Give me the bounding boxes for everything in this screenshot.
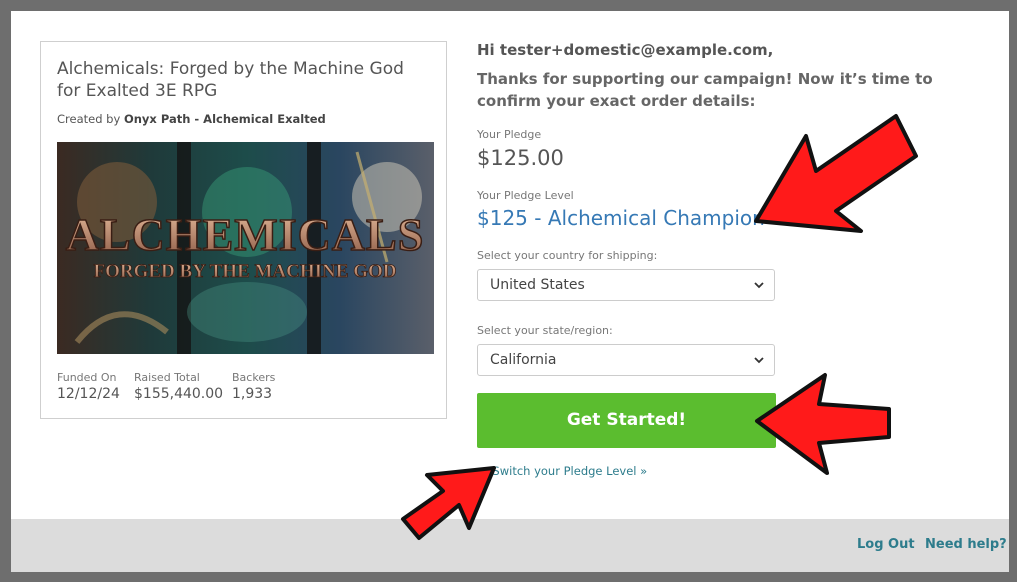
campaign-cover-image: ALCHEMICALS FORGED BY THE MACHINE GOD [57, 142, 434, 354]
chevron-down-icon [754, 282, 764, 289]
cover-subtitle-text: FORGED BY THE MACHINE GOD [94, 261, 397, 282]
page-frame: Alchemicals: Forged by the Machine God f… [11, 11, 1009, 572]
country-select-value: United States [490, 277, 585, 293]
footer-bar: Log Out Need help? [11, 519, 1009, 572]
annotation-arrow-icon [755, 373, 891, 475]
campaign-title: Alchemicals: Forged by the Machine God f… [57, 59, 404, 101]
state-label: Select your state/region: [477, 324, 613, 337]
annotation-arrow-icon [754, 114, 918, 233]
stat-label: Raised Total [134, 371, 200, 384]
greeting: Hi tester+domestic@example.com, [477, 41, 774, 59]
chevron-down-icon [754, 357, 764, 364]
get-started-button[interactable]: Get Started! [477, 393, 776, 448]
country-select[interactable]: United States [477, 269, 775, 301]
annotation-arrow-icon [401, 466, 496, 540]
creator-name: Onyx Path - Alchemical Exalted [123, 112, 326, 126]
stat-label: Backers [232, 371, 276, 384]
stat-raised-total: Raised Total $155,440.00 [134, 371, 223, 402]
stat-value: 12/12/24 [57, 386, 120, 402]
campaign-card: Alchemicals: Forged by the Machine God f… [40, 41, 447, 419]
creator-line: Created by Onyx Path - Alchemical Exalte… [57, 112, 326, 126]
stat-label: Funded On [57, 371, 117, 384]
thanks-message: Thanks for supporting our campaign! Now … [477, 70, 933, 110]
need-help-link[interactable]: Need help? [925, 537, 1007, 552]
pledge-label: Your Pledge [477, 128, 542, 141]
stat-value: 1,933 [232, 386, 273, 402]
stat-funded-on: Funded On 12/12/24 [57, 371, 120, 402]
cover-title-text: ALCHEMICALS [66, 209, 425, 260]
stat-value: $155,440.00 [134, 386, 224, 402]
state-select-value: California [490, 352, 557, 368]
pledge-amount: $125.00 [477, 146, 564, 170]
logout-link[interactable]: Log Out [857, 537, 915, 552]
state-select[interactable]: California [477, 344, 775, 376]
created-by-prefix: Created by [57, 112, 121, 126]
pledge-level-value: $125 - Alchemical Champion [477, 206, 765, 230]
country-label: Select your country for shipping: [477, 249, 658, 262]
pledge-level-label: Your Pledge Level [477, 189, 574, 202]
stat-backers: Backers 1,933 [232, 371, 275, 402]
switch-pledge-level-link[interactable]: or Switch your Pledge Level » [477, 464, 647, 478]
